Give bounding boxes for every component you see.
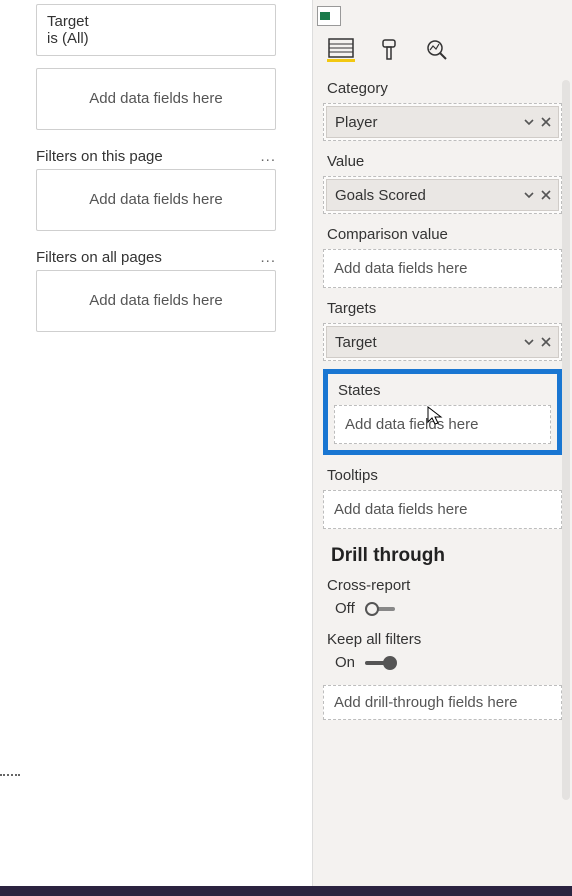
dropzone-placeholder: Add data fields here <box>334 501 467 518</box>
window-footer <box>0 886 572 896</box>
dropzone-placeholder: Add data fields here <box>345 416 478 433</box>
scrollbar[interactable] <box>562 80 570 800</box>
chip-text: Player <box>335 114 378 131</box>
filter-field-name: Target <box>47 13 265 30</box>
well-states[interactable]: Add data fields here <box>334 405 551 444</box>
more-icon[interactable]: ... <box>260 148 276 165</box>
well-comparison[interactable]: Add data fields here <box>323 249 562 288</box>
cross-report-state: Off <box>335 600 355 617</box>
cross-report-label: Cross-report <box>327 577 558 594</box>
chevron-down-icon[interactable] <box>522 115 536 129</box>
tab-analytics[interactable] <box>423 38 451 62</box>
keep-filters-toggle[interactable] <box>365 656 399 670</box>
chip-text: Goals Scored <box>335 187 426 204</box>
chip-target[interactable]: Target <box>326 326 559 358</box>
visual-filter-card[interactable]: Target is (All) <box>36 4 276 56</box>
page-filter-dropzone[interactable]: Add data fields here <box>36 169 276 231</box>
tab-fields[interactable] <box>327 38 355 62</box>
close-icon[interactable] <box>540 116 552 128</box>
keep-filters-label: Keep all filters <box>327 631 558 648</box>
well-label-targets: Targets <box>327 300 558 317</box>
well-label-states: States <box>338 382 547 399</box>
well-label-category: Category <box>327 80 558 97</box>
cross-report-toggle[interactable] <box>365 602 399 616</box>
well-value[interactable]: Goals Scored <box>323 176 562 214</box>
close-icon[interactable] <box>540 189 552 201</box>
more-icon[interactable]: ... <box>260 249 276 266</box>
chevron-down-icon[interactable] <box>522 335 536 349</box>
well-label-value: Value <box>327 153 558 170</box>
filter-summary: is (All) <box>47 30 265 47</box>
chevron-down-icon[interactable] <box>522 188 536 202</box>
dropzone-placeholder: Add data fields here <box>89 90 222 107</box>
card-visual-icon[interactable] <box>317 6 341 26</box>
keep-filters-state: On <box>335 654 355 671</box>
filters-page-header: Filters on this page <box>36 148 163 165</box>
drill-through-heading: Drill through <box>331 545 558 567</box>
visualizations-pane: Category Player Value <box>312 0 572 896</box>
drill-through-dropzone[interactable]: Add drill-through fields here <box>323 685 562 720</box>
well-targets[interactable]: Target <box>323 323 562 361</box>
well-category[interactable]: Player <box>323 103 562 141</box>
allpages-filter-dropzone[interactable]: Add data fields here <box>36 270 276 332</box>
dropzone-placeholder: Add data fields here <box>89 191 222 208</box>
states-highlight: States Add data fields here <box>323 369 562 455</box>
filters-pane: Target is (All) Add data fields here Fil… <box>0 0 312 896</box>
chip-player[interactable]: Player <box>326 106 559 138</box>
filters-allpages-header: Filters on all pages <box>36 249 162 266</box>
chip-text: Target <box>335 334 377 351</box>
dropzone-placeholder: Add data fields here <box>89 292 222 309</box>
close-icon[interactable] <box>540 336 552 348</box>
visual-filter-dropzone[interactable]: Add data fields here <box>36 68 276 130</box>
well-label-tooltips: Tooltips <box>327 467 558 484</box>
well-tooltips[interactable]: Add data fields here <box>323 490 562 529</box>
dropzone-placeholder: Add data fields here <box>334 260 467 277</box>
tab-format[interactable] <box>375 38 403 62</box>
well-label-comparison: Comparison value <box>327 226 558 243</box>
canvas-edge-indicator <box>0 774 20 776</box>
pane-tabs <box>313 26 572 64</box>
dropzone-placeholder: Add drill-through fields here <box>334 694 517 711</box>
chip-goals-scored[interactable]: Goals Scored <box>326 179 559 211</box>
